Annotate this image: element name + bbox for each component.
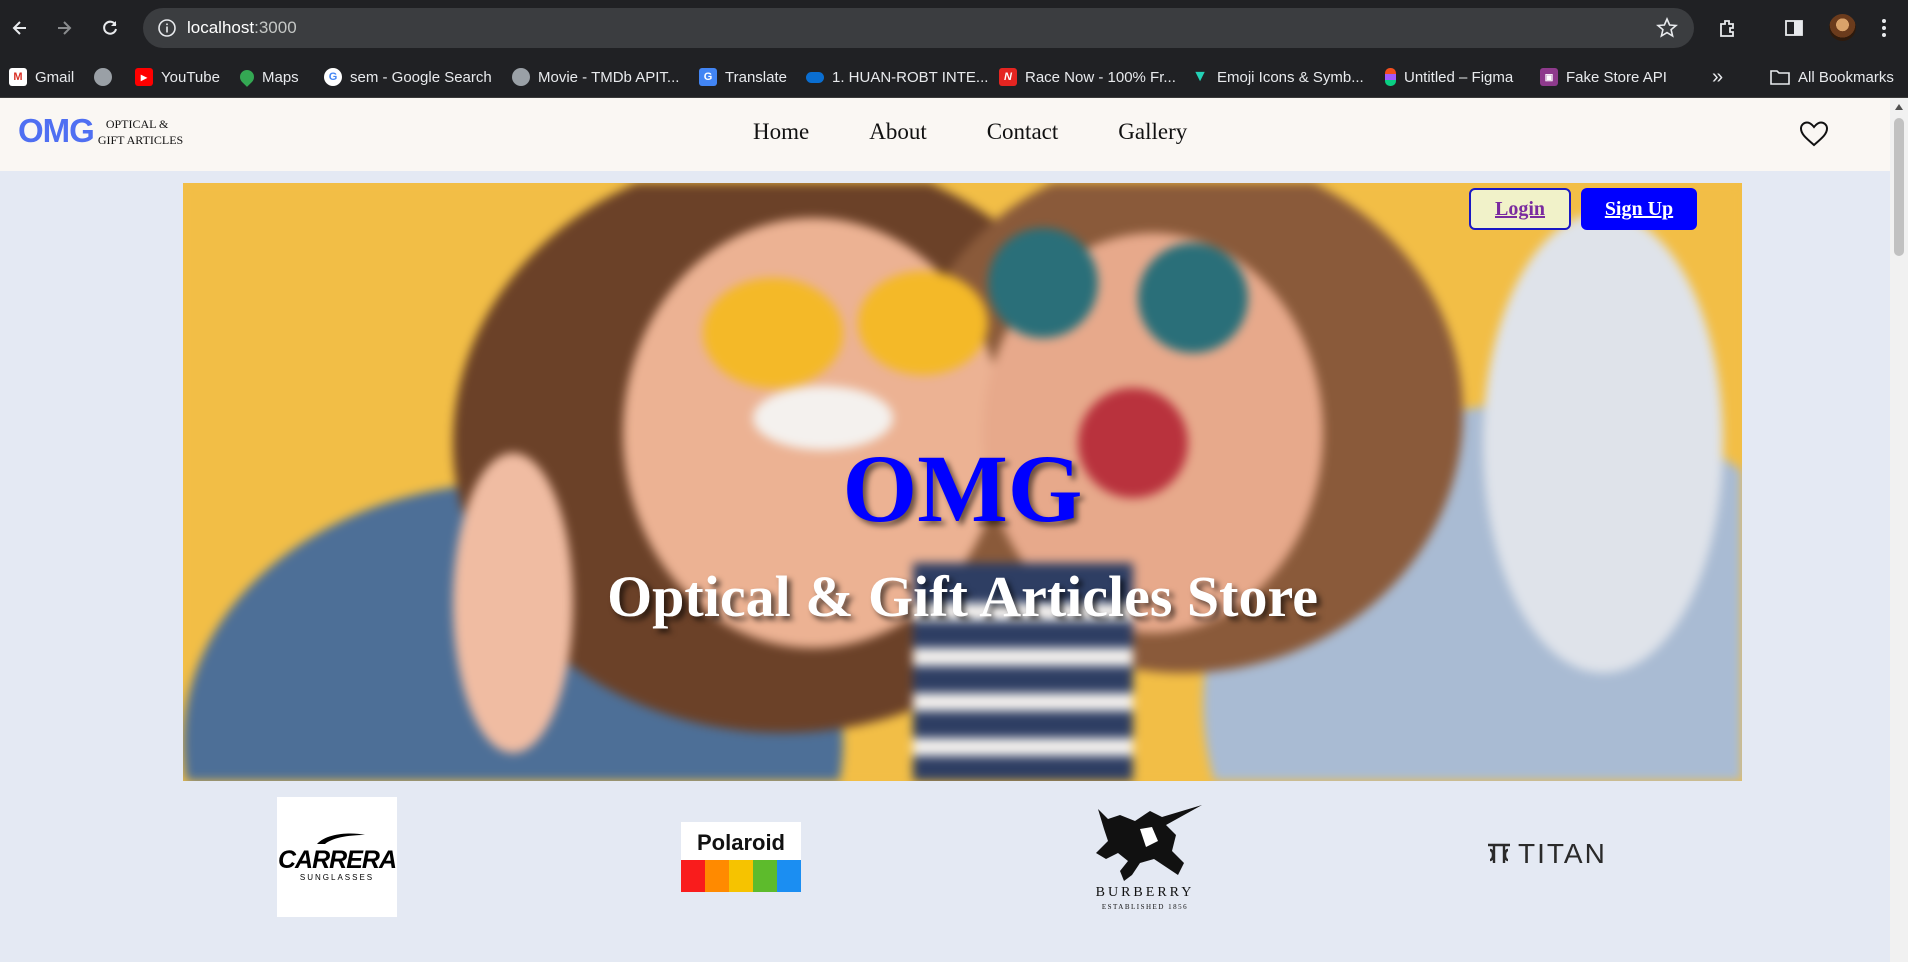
logo-mark: OMG bbox=[18, 112, 95, 149]
hero-title: OMG bbox=[842, 435, 1083, 542]
gmail-icon: M bbox=[9, 68, 27, 86]
signup-button[interactable]: Sign Up bbox=[1581, 188, 1697, 230]
carrera-emblem-icon bbox=[317, 833, 365, 844]
globe-icon bbox=[94, 68, 112, 86]
back-button[interactable] bbox=[4, 12, 36, 44]
site-logo[interactable]: OMG OPTICAL & GIFT ARTICLES bbox=[18, 112, 183, 150]
figma-icon bbox=[1385, 68, 1396, 86]
brand-logo-carrera[interactable]: CARRERA SUNGLASSES bbox=[277, 797, 397, 917]
maps-icon bbox=[237, 67, 257, 87]
nav-link-contact[interactable]: Contact bbox=[987, 119, 1059, 145]
bookmark-maps[interactable]: Maps bbox=[237, 66, 299, 88]
store-icon: ▣ bbox=[1540, 68, 1558, 86]
brand-logo-polaroid[interactable]: Polaroid bbox=[681, 822, 801, 892]
translate-icon: G bbox=[699, 68, 717, 86]
brand-logo-titan[interactable]: TITAN bbox=[1486, 838, 1607, 870]
nav-link-about[interactable]: About bbox=[869, 119, 927, 145]
scroll-up-arrow-icon[interactable] bbox=[1895, 104, 1903, 110]
scrollbar-thumb[interactable] bbox=[1894, 118, 1904, 256]
globe-icon bbox=[512, 68, 530, 86]
onedrive-icon bbox=[806, 71, 824, 83]
nav-link-home[interactable]: Home bbox=[753, 119, 809, 145]
bookmarks-overflow-button[interactable]: » bbox=[1712, 66, 1723, 88]
all-bookmarks-button[interactable]: All Bookmarks bbox=[1770, 66, 1894, 88]
titan-monogram-icon bbox=[1488, 843, 1510, 863]
folder-icon bbox=[1770, 70, 1790, 85]
browser-toolbar: localhost:3000 bbox=[0, 0, 1908, 56]
bookmarks-bar: M Gmail ▶ YouTube Maps Gsem - Google Searc… bbox=[0, 56, 1908, 98]
address-bar[interactable]: localhost:3000 bbox=[143, 8, 1694, 48]
google-icon: G bbox=[324, 68, 342, 86]
forward-button[interactable] bbox=[48, 12, 80, 44]
page-viewport: OMG OPTICAL & GIFT ARTICLES Home About C… bbox=[0, 98, 1890, 962]
side-panel-icon[interactable] bbox=[1780, 14, 1808, 42]
extensions-icon[interactable] bbox=[1714, 14, 1742, 42]
bookmark-fake-store[interactable]: ▣ Fake Store API bbox=[1540, 66, 1667, 88]
burberry-knight-icon bbox=[1096, 805, 1202, 881]
bookmark-globe[interactable] bbox=[94, 66, 112, 88]
nav-link-gallery[interactable]: Gallery bbox=[1118, 119, 1187, 145]
brand-logo-burberry[interactable]: BURBERRY ESTABLISHED 1856 bbox=[1080, 801, 1210, 913]
url-text: localhost:3000 bbox=[187, 18, 297, 37]
race-icon: N bbox=[999, 68, 1017, 86]
bookmark-gmail[interactable]: M Gmail bbox=[9, 66, 74, 88]
bookmark-race-now[interactable]: N Race Now - 100% Fr... bbox=[999, 66, 1176, 88]
reload-button[interactable] bbox=[94, 12, 126, 44]
reload-icon bbox=[103, 20, 117, 35]
chevron-double-right-icon: » bbox=[1712, 65, 1724, 88]
hero-subtitle: Optical & Gift Articles Store bbox=[607, 564, 1318, 629]
bookmark-huan-robt[interactable]: 1. HUAN-ROBT INTE... bbox=[806, 66, 988, 88]
forward-arrow-icon bbox=[58, 21, 72, 35]
page-scrollbar[interactable] bbox=[1890, 98, 1908, 962]
bookmark-tmdb[interactable]: Movie - TMDb APIT... bbox=[512, 66, 679, 88]
polaroid-color-stripes bbox=[681, 860, 801, 892]
login-button[interactable]: Login bbox=[1469, 188, 1571, 230]
main-nav: Home About Contact Gallery bbox=[753, 119, 1187, 145]
bookmark-figma[interactable]: Untitled – Figma bbox=[1385, 66, 1513, 88]
bookmark-emoji-icons[interactable]: ▼ Emoji Icons & Symb... bbox=[1191, 66, 1364, 88]
site-info-icon[interactable] bbox=[147, 8, 187, 48]
menu-kebab-icon[interactable] bbox=[1870, 14, 1898, 42]
back-arrow-icon bbox=[12, 21, 26, 35]
profile-avatar[interactable] bbox=[1829, 14, 1856, 41]
youtube-icon: ▶ bbox=[135, 68, 153, 86]
bookmark-youtube[interactable]: ▶ YouTube bbox=[135, 66, 220, 88]
bookmark-translate[interactable]: G Translate bbox=[699, 66, 787, 88]
bookmark-google-search[interactable]: Gsem - Google Search bbox=[324, 66, 492, 88]
logo-subtitle: OPTICAL & GIFT ARTICLES bbox=[97, 117, 184, 147]
site-header: OMG OPTICAL & GIFT ARTICLES Home About C… bbox=[0, 98, 1890, 171]
emoji-icon: ▼ bbox=[1192, 68, 1208, 85]
heart-icon[interactable] bbox=[1799, 120, 1829, 148]
bookmark-star-icon[interactable] bbox=[1656, 17, 1678, 39]
hero-banner: OMG Optical & Gift Articles Store bbox=[183, 183, 1742, 781]
